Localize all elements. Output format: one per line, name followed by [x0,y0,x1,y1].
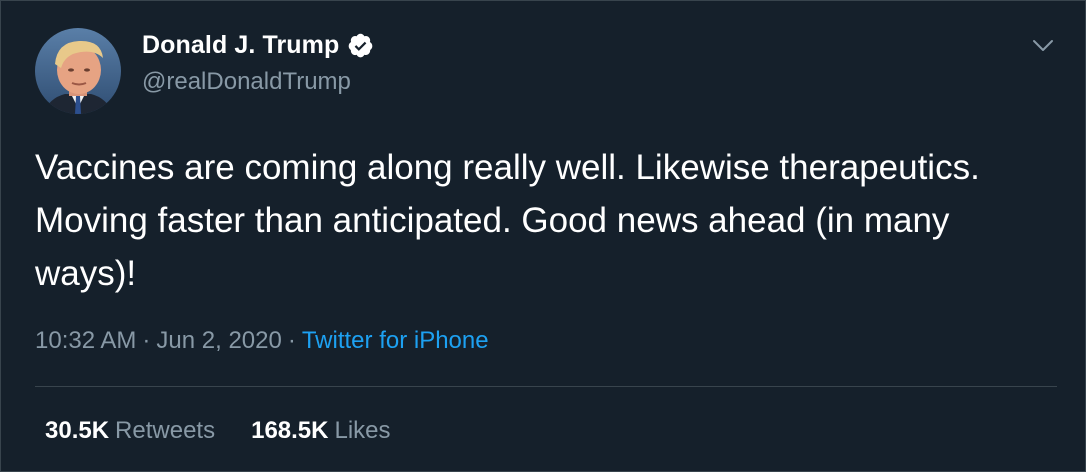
avatar[interactable] [35,28,121,114]
author-display-name[interactable]: Donald J. Trump [142,31,339,60]
tweet-text: Vaccines are coming along really well. L… [35,148,980,293]
meta-separator: · [287,327,296,354]
meta-separator: · [142,327,151,354]
retweets-count: 30.5K [45,417,110,444]
verified-badge-icon [347,32,374,59]
author-handle[interactable]: @realDonaldTrump [142,68,351,96]
divider [35,386,1057,387]
chevron-down-icon[interactable] [1029,31,1057,59]
tweet-source-link[interactable]: Twitter for iPhone [302,327,489,354]
tweet-time[interactable]: 10:32 AM [35,327,136,354]
tweet-metadata: 10:32 AM · Jun 2, 2020 · Twitter for iPhone [35,327,489,355]
retweets-label: Retweets [115,417,216,444]
likes-count: 168.5K [251,417,329,444]
tweet-date[interactable]: Jun 2, 2020 [156,327,281,354]
avatar-image [35,28,121,114]
tweet-stats: 30.5K Retweets 168.5K Likes [45,417,391,445]
author-name-row: Donald J. Trump [142,31,374,60]
tweet-card: Donald J. Trump @realDonaldTrump Vaccine… [0,0,1086,472]
retweets-stat[interactable]: 30.5K Retweets [45,417,215,445]
likes-stat[interactable]: 168.5K Likes [251,417,390,445]
likes-label: Likes [334,417,391,444]
